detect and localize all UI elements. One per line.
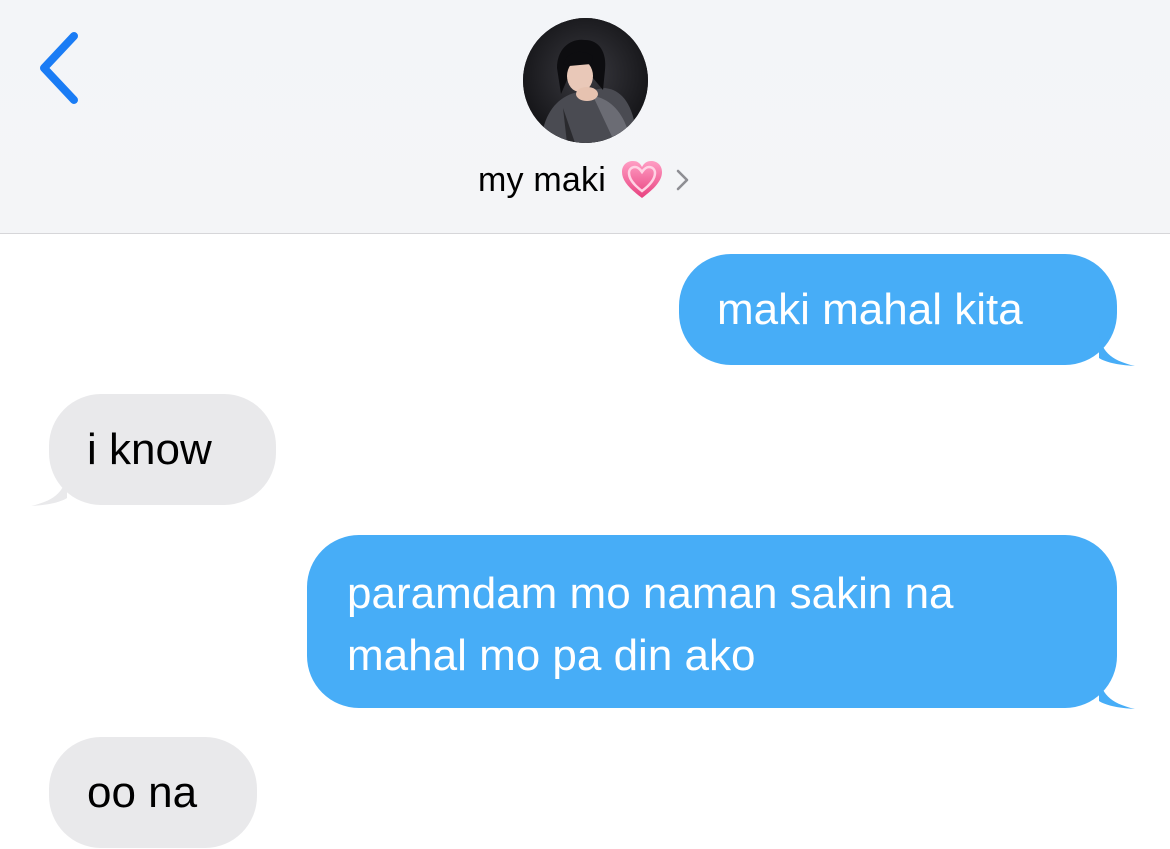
heart-icon: [621, 161, 662, 198]
message-bubble-received[interactable]: i know: [31, 394, 276, 506]
message-text: maki mahal kita: [717, 285, 1023, 334]
back-button[interactable]: [28, 28, 92, 108]
chevron-right-icon: [676, 169, 689, 191]
bubble-tail: [1099, 332, 1135, 366]
contact-name-row[interactable]: my maki: [0, 152, 1170, 208]
message-text: oo na: [87, 768, 198, 817]
message-bubble-sent[interactable]: paramdam mo naman sakin na mahal mo pa d…: [307, 535, 1135, 709]
message-bubble-received[interactable]: oo na: [49, 737, 257, 848]
messages-screen: my maki maki mahal kita i know paramdam …: [0, 0, 1170, 849]
message-bubble-sent[interactable]: maki mahal kita: [679, 254, 1135, 366]
conversation-header: my maki: [0, 0, 1170, 234]
bubble-tail: [31, 472, 67, 506]
contact-photo: [523, 18, 648, 143]
avatar[interactable]: [523, 18, 648, 143]
chevron-left-icon: [40, 32, 78, 104]
message-line: mahal mo pa din ako: [347, 631, 756, 680]
contact-name: my maki: [478, 160, 606, 199]
message-line: paramdam mo naman sakin na: [347, 569, 954, 618]
message-text: i know: [87, 425, 212, 474]
